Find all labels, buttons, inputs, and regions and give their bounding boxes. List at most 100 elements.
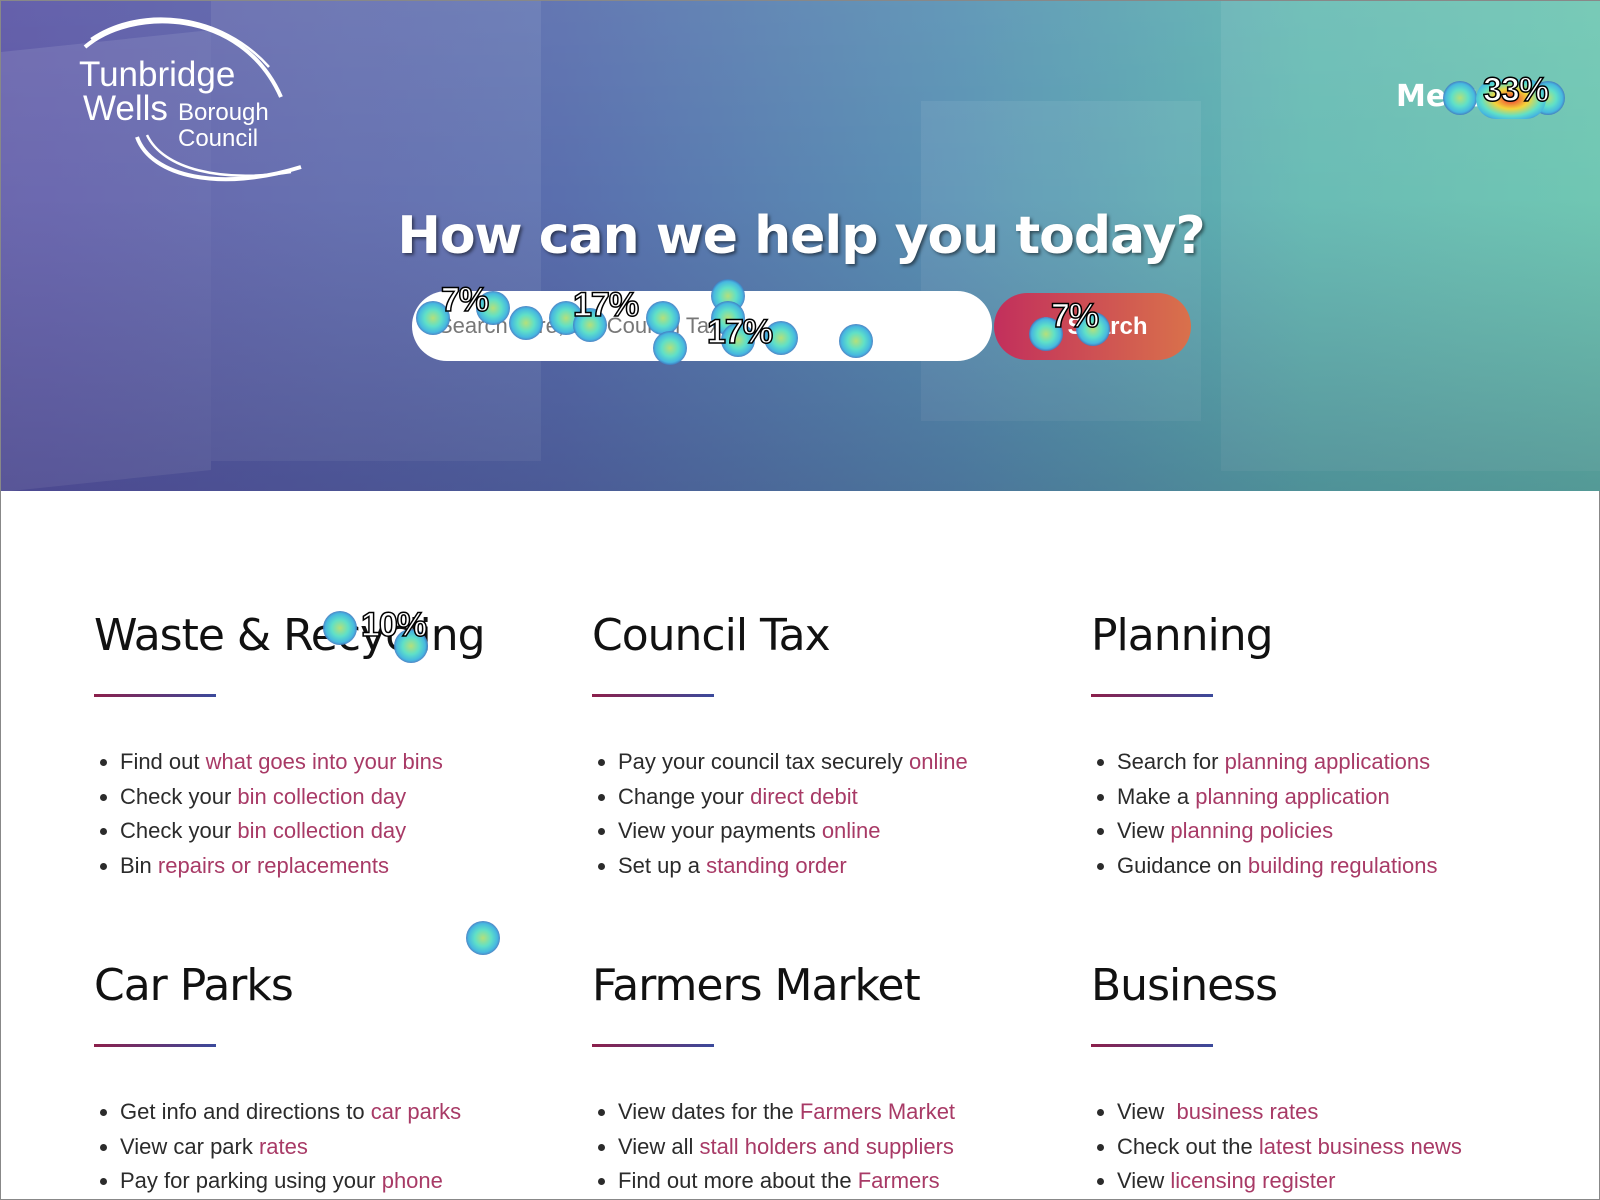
item-text: Check your [120, 783, 238, 809]
section-divider [592, 1044, 714, 1047]
list-item: Find out what goes into your bins [120, 745, 554, 780]
section-council-tax: Council Tax Pay your council tax securel… [592, 606, 1052, 883]
section-waste-recycling: Waste & Recycling Find out what goes int… [94, 606, 554, 883]
item-link[interactable]: direct debit [750, 784, 858, 809]
list-item: View your payments online [618, 814, 1052, 849]
list-item: Check out the latest business news [1117, 1130, 1551, 1165]
item-text: Get info and directions to [120, 1099, 371, 1124]
item-link[interactable]: what goes into your bins [206, 749, 443, 774]
section-business: Business View business ratesCheck out th… [1091, 956, 1551, 1199]
search-button[interactable]: Search [994, 293, 1191, 360]
item-link[interactable]: planning policies [1170, 818, 1333, 843]
item-link[interactable]: car parks [371, 1099, 461, 1124]
section-links: Find out what goes into your binsCheck y… [94, 745, 554, 883]
section-title: Waste & Recycling [94, 610, 486, 661]
item-link[interactable]: phone [382, 1168, 443, 1193]
list-item: Bin repairs or replacements [120, 849, 554, 884]
item-text: Change your [618, 783, 751, 809]
item-link[interactable]: repairs or replacements [158, 853, 389, 878]
logo-text: Wells [83, 89, 168, 128]
section-links: Search for planning applicationsMake a p… [1091, 745, 1551, 883]
section-planning: Planning Search for planning application… [1091, 606, 1551, 883]
item-link[interactable]: latest business news [1259, 1134, 1462, 1159]
section-divider [94, 1044, 216, 1047]
item-link[interactable]: standing order [706, 853, 847, 878]
item-text: View your payments [618, 818, 822, 843]
section-links: View dates for the Farmers MarketView al… [592, 1095, 1052, 1199]
list-item: Pay for parking using your phone [120, 1164, 554, 1199]
page-title: How can we help you today? [397, 206, 1205, 266]
list-item: View licensing register [1117, 1164, 1551, 1199]
list-item: Make a planning application [1117, 780, 1551, 815]
item-link[interactable]: rates [259, 1134, 308, 1159]
item-link[interactable]: stall holders and suppliers [700, 1134, 954, 1159]
item-text: View [1117, 1168, 1171, 1193]
item-link[interactable]: business rates [1177, 1099, 1319, 1124]
list-item: Get info and directions to car parks [120, 1095, 554, 1130]
section-car-parks: Car Parks Get info and directions to car… [94, 956, 554, 1199]
item-text: Bin [120, 852, 158, 878]
section-links: View business ratesCheck out the latest … [1091, 1095, 1551, 1199]
list-item: View dates for the Farmers Market [618, 1095, 1052, 1130]
item-link[interactable]: online [822, 818, 881, 843]
section-title: Car Parks [94, 960, 294, 1011]
list-item: View car park rates [120, 1130, 554, 1165]
item-text: Pay your council tax securely [618, 749, 910, 774]
item-text: Find out more about the [618, 1168, 858, 1193]
section-divider [1091, 694, 1213, 697]
list-item: Check your bin collection day [120, 814, 554, 849]
hero-banner: Tunbridge Wells Borough Council Menu How… [1, 1, 1600, 491]
item-link[interactable]: Farmers Market [800, 1099, 955, 1124]
section-title: Business [1091, 960, 1278, 1011]
list-item: Search for planning applications [1117, 745, 1551, 780]
section-farmers-market: Farmers Market View dates for the Farmer… [592, 956, 1052, 1199]
search-icon [1038, 316, 1059, 337]
logo-text: Council [178, 125, 259, 152]
list-item: Find out more about the Farmers [618, 1164, 1052, 1199]
logo-text: Borough [178, 99, 269, 126]
item-link[interactable]: Farmers [858, 1168, 940, 1193]
list-item: Set up a standing order [618, 849, 1052, 884]
item-text: View all [618, 1133, 700, 1159]
item-text: Pay for parking using your [120, 1168, 382, 1193]
item-text: Check your [120, 818, 238, 843]
item-text: View [1117, 818, 1171, 843]
search-input[interactable] [412, 291, 992, 361]
item-link[interactable]: planning application [1195, 784, 1390, 809]
item-text: View car park [120, 1133, 259, 1159]
search-button-label: Search [1067, 312, 1148, 340]
section-links: Pay your council tax securely onlineChan… [592, 745, 1052, 883]
item-link[interactable]: bin collection day [237, 784, 406, 809]
item-link[interactable]: online [909, 749, 968, 774]
item-text: Make a [1117, 783, 1196, 809]
item-text: Check out the [1117, 1133, 1259, 1159]
section-divider [94, 694, 216, 697]
section-title: Farmers Market [592, 960, 921, 1011]
section-divider [1091, 1044, 1213, 1047]
item-text: Set up a [618, 852, 707, 878]
list-item: Check your bin collection day [120, 780, 554, 815]
item-text: Guidance on [1117, 852, 1248, 878]
menu-button[interactable]: Menu [1396, 79, 1489, 114]
item-text: View dates for the [618, 1099, 800, 1124]
item-text: Search for [1117, 749, 1225, 774]
list-item: Guidance on building regulations [1117, 849, 1551, 884]
list-item: Change your direct debit [618, 780, 1052, 815]
list-item: Pay your council tax securely online [618, 745, 1052, 780]
item-link[interactable]: planning applications [1225, 749, 1431, 774]
council-logo[interactable]: Tunbridge Wells Borough Council [71, 7, 311, 193]
heatmap-spot [466, 921, 500, 955]
item-link[interactable]: building regulations [1248, 853, 1438, 878]
section-divider [592, 694, 714, 697]
list-item: View business rates [1117, 1095, 1551, 1130]
menu-label: Menu [1396, 79, 1489, 114]
list-item: View all stall holders and suppliers [618, 1130, 1052, 1165]
item-text: Find out [120, 749, 206, 774]
list-item: View planning policies [1117, 814, 1551, 849]
item-link[interactable]: licensing register [1170, 1168, 1335, 1193]
item-text: View [1117, 1099, 1177, 1124]
section-links: Get info and directions to car parksView… [94, 1095, 554, 1199]
item-link[interactable]: bin collection day [237, 818, 406, 843]
section-title: Council Tax [592, 610, 831, 661]
section-title: Planning [1091, 610, 1274, 661]
